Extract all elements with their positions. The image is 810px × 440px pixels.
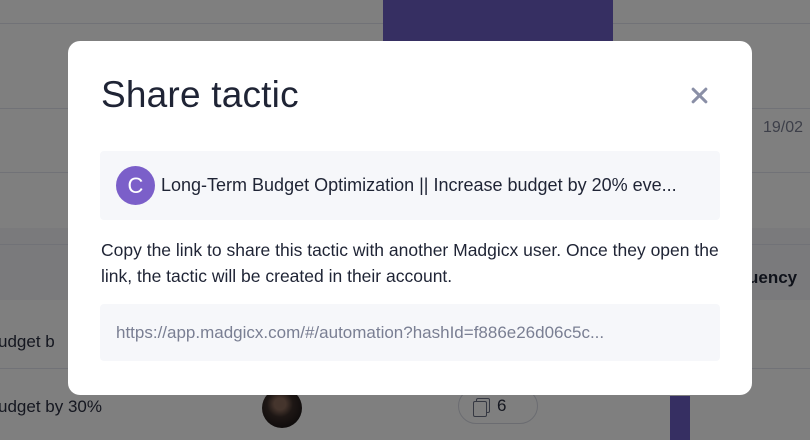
tactic-card: C Long-Term Budget Optimization || Incre… <box>100 151 720 220</box>
tactic-avatar: C <box>116 166 155 205</box>
tactic-name: Long-Term Budget Optimization || Increas… <box>161 175 677 195</box>
close-icon[interactable] <box>686 81 714 109</box>
share-link-text[interactable]: https://app.madgicx.com/#/automation?has… <box>116 323 661 343</box>
share-tactic-modal: Share tactic C Long-Term Budget Optimiza… <box>68 41 752 395</box>
share-description: Copy the link to share this tactic with … <box>101 240 719 286</box>
share-link-field[interactable]: https://app.madgicx.com/#/automation?has… <box>100 304 720 361</box>
modal-title: Share tactic <box>101 74 299 115</box>
